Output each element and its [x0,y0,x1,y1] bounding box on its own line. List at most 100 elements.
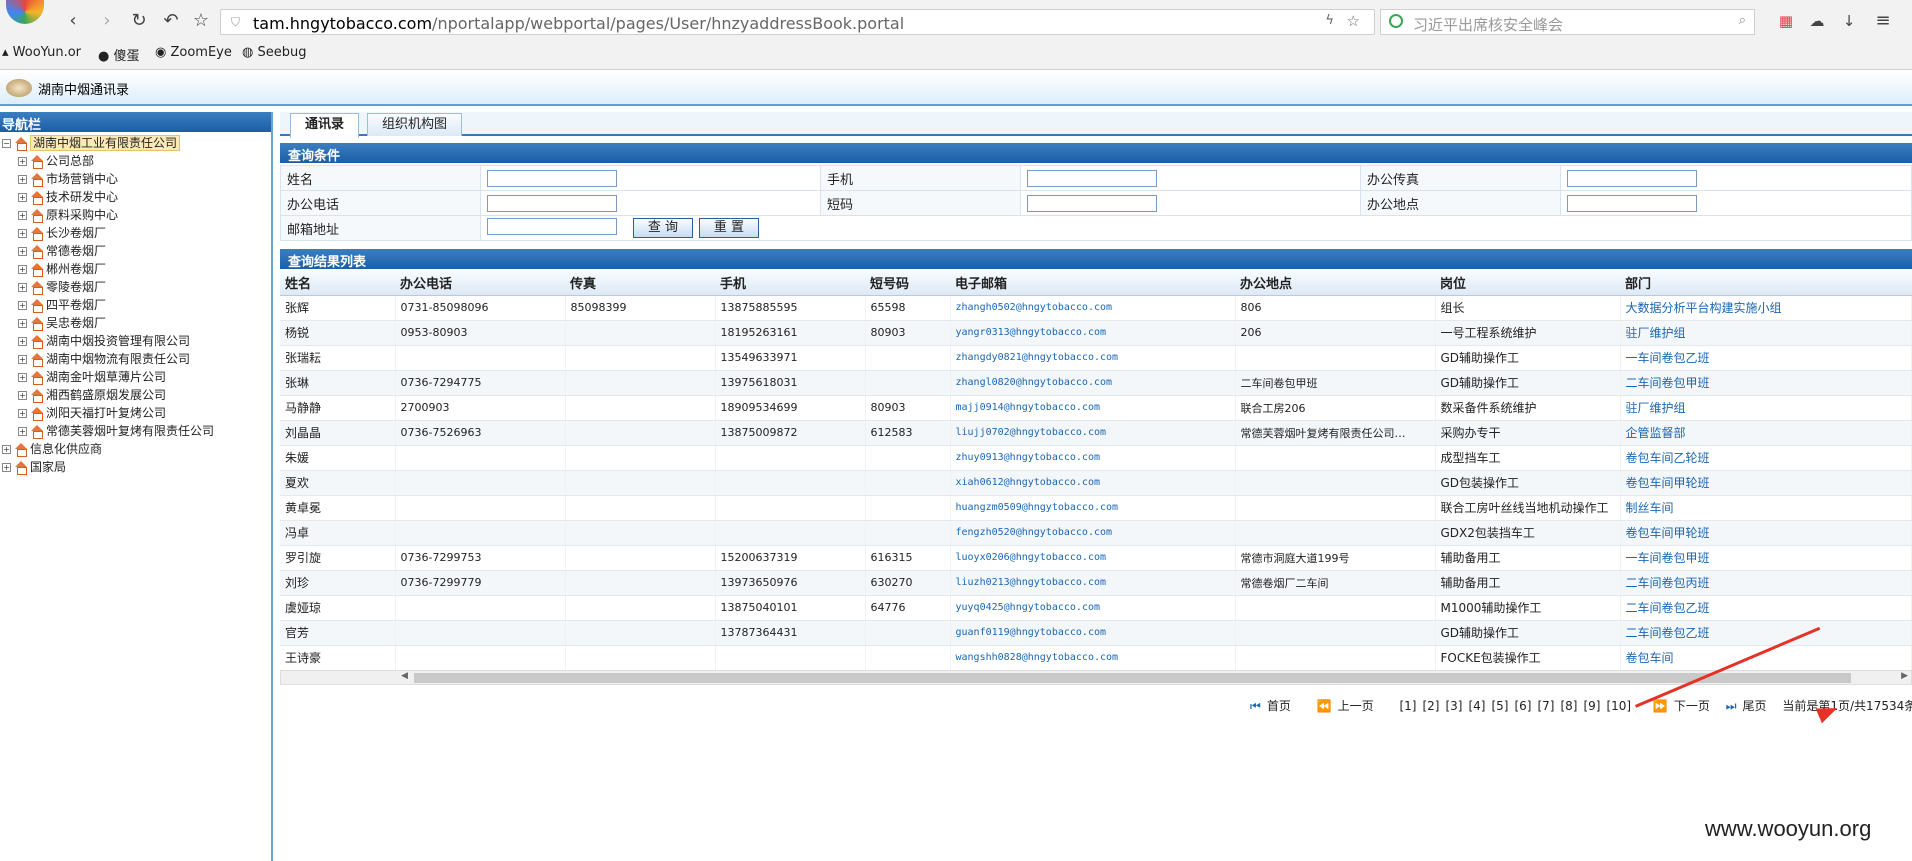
email-link[interactable]: xiah0612@hngytobacco.com [950,470,1236,496]
expand-icon[interactable]: + [18,409,27,418]
page-link[interactable]: [1] [1399,699,1416,713]
table-row[interactable]: 刘晶晶 0736-7526963 13875009872 612583 liujj070… [280,420,1912,446]
tree-root-node[interactable]: − 湖南中烟工业有限责任公司 [2,134,181,152]
expand-icon[interactable]: + [18,265,27,274]
lightning-icon[interactable]: ϟ [1325,13,1334,28]
email-link[interactable]: luoyx0206@hngytobacco.com [950,545,1236,571]
tree-node[interactable]: + 常德卷烟厂 [18,242,106,260]
email-link[interactable]: yangr0313@hngytobacco.com [950,320,1236,346]
prev-page-link[interactable]: ⏪ 上一页 [1317,699,1380,713]
expand-icon[interactable]: + [2,445,11,454]
table-row[interactable]: 官芳 13787364431 guanf0119@hngytobacco.com GD… [280,620,1912,646]
column-header[interactable]: 短号码 [865,271,950,296]
expand-icon[interactable]: + [2,463,11,472]
tree-node-label[interactable]: 国家局 [30,460,66,474]
tree-node[interactable]: + 郴州卷烟厂 [18,260,106,278]
dept-link[interactable]: 二车间卷包乙班 [1620,620,1912,646]
table-row[interactable]: 朱媛 zhuy0913@hngytobacco.com 成型挡车工 卷包车间乙轮班 [280,445,1912,471]
table-row[interactable]: 夏欢 xiah0612@hngytobacco.com GD包装操作工 卷包车间甲轮班 [280,470,1912,496]
email-link[interactable]: liujj0702@hngytobacco.com [950,420,1236,446]
tree-node[interactable]: + 吴忠卷烟厂 [18,314,106,332]
expand-icon[interactable]: + [18,283,27,292]
bookmark-wooyun[interactable]: ▴ WooYun.or [2,45,81,60]
phone-input[interactable] [487,194,617,212]
tree-node-label[interactable]: 湖南中烟投资管理有限公司 [46,334,190,348]
tree-node[interactable]: + 湖南中烟物流有限责任公司 [18,350,190,368]
tree-node[interactable]: + 信息化供应商 [2,440,102,458]
tree-node-label[interactable]: 市场营销中心 [46,172,118,186]
expand-icon[interactable]: + [18,175,27,184]
tree-node[interactable]: + 长沙卷烟厂 [18,224,106,242]
download-icon[interactable]: ↓ [1838,10,1860,32]
fax-input[interactable] [1567,169,1697,187]
expand-icon[interactable]: + [18,247,27,256]
email-link[interactable]: yuyq0425@hngytobacco.com [950,595,1236,621]
expand-icon[interactable]: + [18,391,27,400]
bookmark-seebug[interactable]: ◍ Seebug [242,45,306,60]
reload-icon[interactable]: ↻ [128,10,150,32]
star-icon[interactable]: ☆ [190,10,212,32]
bookmark-zoomeye[interactable]: ◉ ZoomEye [155,45,232,60]
collapse-icon[interactable]: − [2,139,11,148]
page-link[interactable]: [9] [1583,699,1600,713]
name-input[interactable] [487,169,617,187]
email-link[interactable]: zhangh0502@hngytobacco.com [950,295,1236,321]
tree-node-label[interactable]: 零陵卷烟厂 [46,280,106,294]
page-link[interactable]: [3] [1445,699,1462,713]
email-link[interactable]: fengzh0520@hngytobacco.com [950,520,1236,546]
expand-icon[interactable]: + [18,211,27,220]
table-row[interactable]: 杨锐 0953-80903 18195263161 80903 yangr0313@hn… [280,320,1912,346]
dept-link[interactable]: 卷包车间甲轮班 [1620,520,1912,546]
mobile-input[interactable] [1027,169,1157,187]
tree-node-label[interactable]: 湖南金叶烟草薄片公司 [46,370,166,384]
first-page-link[interactable]: ⏮ 首页 [1250,699,1297,713]
tree-node[interactable]: + 常德芙蓉烟叶复烤有限责任公司 [18,422,214,440]
expand-icon[interactable]: + [18,337,27,346]
column-header[interactable]: 姓名 [280,271,395,296]
email-link[interactable]: liuzh0213@hngytobacco.com [950,570,1236,596]
table-row[interactable]: 刘珍 0736-7299779 13973650976 630270 liuzh0213… [280,570,1912,596]
tree-node-label[interactable]: 长沙卷烟厂 [46,226,106,240]
short-code-input[interactable] [1027,194,1157,212]
tree-node-label[interactable]: 湘西鹤盛原烟发展公司 [46,388,166,402]
table-row[interactable]: 冯卓 fengzh0520@hngytobacco.com GDX2包装挡车工 卷包车… [280,520,1912,546]
tree-node-label[interactable]: 常德卷烟厂 [46,244,106,258]
address-bar[interactable]: ⛉ tam.hngytobacco.com/nportalapp/webport… [220,9,1375,35]
location-input[interactable] [1567,194,1697,212]
column-header[interactable]: 办公电话 [395,271,565,296]
table-row[interactable]: 马静静 2700903 18909534699 80903 majj0914@hngyt… [280,395,1912,421]
browser-logo[interactable] [6,0,44,24]
tree-node[interactable]: + 公司总部 [18,152,94,170]
dept-link[interactable]: 卷包车间乙轮班 [1620,445,1912,471]
column-header[interactable]: 电子邮箱 [950,271,1235,296]
undo-icon[interactable]: ↶ [160,10,182,32]
search-box[interactable]: 习近平出席核安全峰会 ⌕ [1380,9,1755,35]
bookmark-shadan[interactable]: ● 傻蛋 [98,45,140,64]
table-row[interactable]: 张瑞耘 13549633971 zhangdy0821@hngytobacco.co… [280,345,1912,371]
email-link[interactable]: zhangdy0821@hngytobacco.com [950,345,1236,371]
expand-icon[interactable]: + [18,427,27,436]
page-link[interactable]: [7] [1537,699,1554,713]
tree-node[interactable]: + 湖南中烟投资管理有限公司 [18,332,190,350]
tree-node[interactable]: + 技术研发中心 [18,188,118,206]
tree-node-label[interactable]: 吴忠卷烟厂 [46,316,106,330]
email-link[interactable]: guanf0119@hngytobacco.com [950,620,1236,646]
tree-node[interactable]: + 浏阳天福打叶复烤公司 [18,404,166,422]
expand-icon[interactable]: + [18,319,27,328]
tab-org-chart[interactable]: 组织机构图 [367,113,463,136]
scroll-right-icon[interactable]: ▶ [1901,671,1908,681]
bookmark-star-icon[interactable]: ☆ [1347,12,1360,30]
cloud-icon[interactable]: ☁ [1806,10,1828,32]
expand-icon[interactable]: + [18,193,27,202]
dept-link[interactable]: 二车间卷包丙班 [1620,570,1912,596]
tree-node[interactable]: + 四平卷烟厂 [18,296,106,314]
dept-link[interactable]: 驻厂维护组 [1620,395,1912,421]
tree-node[interactable]: + 零陵卷烟厂 [18,278,106,296]
column-header[interactable]: 传真 [565,271,715,296]
tree-node-label[interactable]: 浏阳天福打叶复烤公司 [46,406,166,420]
tree-node-label[interactable]: 技术研发中心 [46,190,118,204]
table-row[interactable]: 王诗豪 wangshh0828@hngytobacco.com FOCKE包装操作工… [280,645,1912,671]
tree-node-label[interactable]: 四平卷烟厂 [46,298,106,312]
tree-node[interactable]: + 市场营销中心 [18,170,118,188]
tree-node[interactable]: + 国家局 [2,458,66,476]
